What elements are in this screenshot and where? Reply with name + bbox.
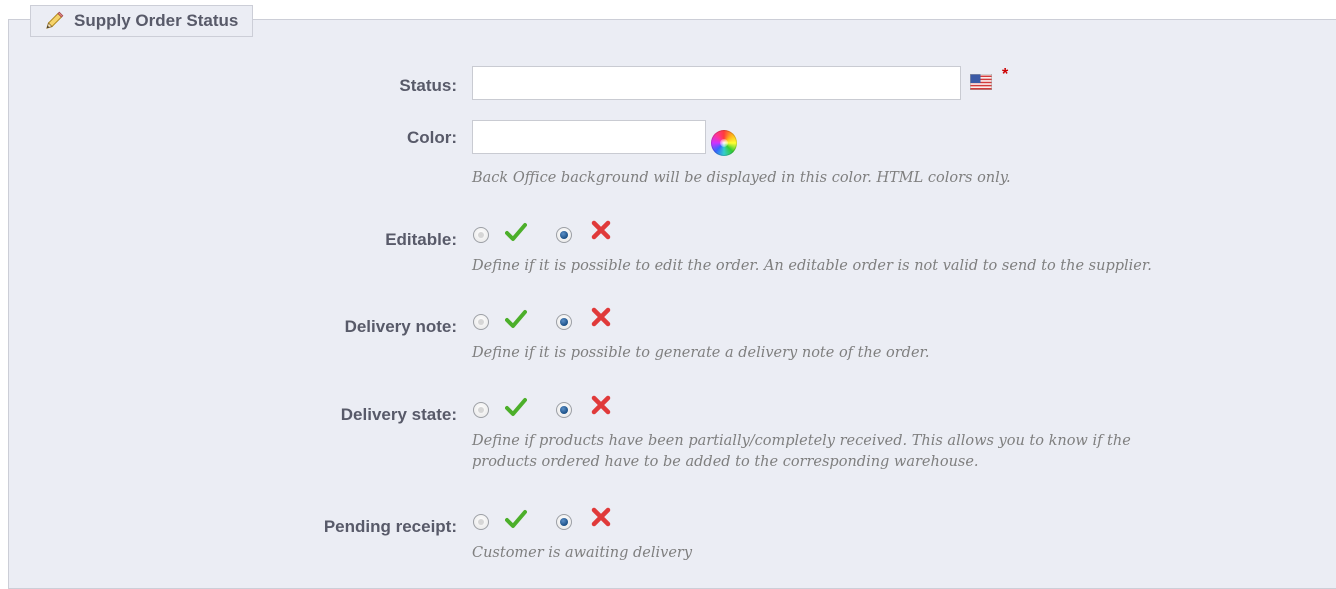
check-icon[interactable] — [505, 309, 527, 329]
delivery-state-no-radio[interactable] — [556, 402, 572, 418]
check-icon[interactable] — [505, 509, 527, 529]
editable-label: Editable: — [385, 230, 457, 249]
delivery-note-hint: Define if it is possible to generate a d… — [472, 345, 930, 361]
required-asterisk: * — [1002, 66, 1009, 83]
delivery-note-yes-radio[interactable] — [473, 314, 489, 330]
delivery-note-no-radio[interactable] — [556, 314, 572, 330]
pending-receipt-label: Pending receipt: — [323, 517, 457, 536]
check-icon[interactable] — [505, 397, 527, 417]
color-input[interactable] — [472, 120, 706, 154]
check-icon[interactable] — [505, 222, 527, 242]
pending-receipt-no-radio[interactable] — [556, 514, 572, 530]
editable-hint: Define if it is possible to edit the ord… — [472, 258, 1152, 274]
delivery-note-label: Delivery note: — [344, 317, 457, 336]
status-input[interactable] — [472, 66, 961, 100]
delivery-state-yes-radio[interactable] — [473, 402, 489, 418]
cross-icon[interactable] — [590, 507, 612, 527]
delivery-state-hint-line2: products ordered have to be added to the… — [472, 454, 979, 470]
fieldset-panel — [8, 19, 1336, 589]
editable-yes-radio[interactable] — [473, 227, 489, 243]
pending-receipt-yes-radio[interactable] — [473, 514, 489, 530]
pencil-icon — [43, 10, 65, 32]
color-hint: Back Office background will be displayed… — [472, 170, 1011, 186]
cross-icon[interactable] — [590, 395, 612, 415]
fieldset-legend: Supply Order Status — [30, 5, 254, 37]
delivery-state-label: Delivery state: — [340, 405, 457, 424]
cross-icon[interactable] — [590, 220, 612, 240]
status-label: Status: — [399, 76, 457, 95]
color-wheel-icon[interactable] — [711, 130, 737, 156]
us-flag-icon[interactable] — [969, 73, 993, 91]
pending-receipt-hint: Customer is awaiting delivery — [472, 545, 693, 561]
fieldset-title: Supply Order Status — [74, 11, 239, 30]
color-label: Color: — [406, 128, 457, 147]
delivery-state-hint-line1: Define if products have been partially/c… — [472, 433, 1131, 449]
cross-icon[interactable] — [590, 307, 612, 327]
editable-no-radio[interactable] — [556, 227, 572, 243]
